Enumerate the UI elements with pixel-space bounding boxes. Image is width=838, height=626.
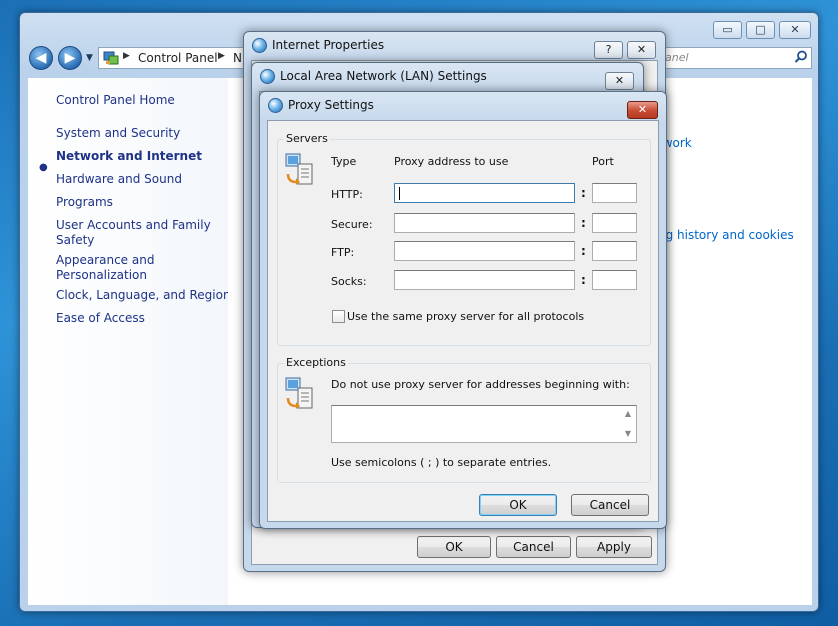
back-button[interactable]: ◀ (29, 46, 53, 70)
current-item-bullet: ● (39, 162, 48, 173)
exceptions-legend: Exceptions (284, 356, 348, 369)
ftp-address-input[interactable] (394, 241, 575, 261)
recent-pages-dropdown[interactable]: ▼ (86, 53, 93, 63)
exceptions-group: Exceptions Do not use proxy server for a… (277, 356, 651, 483)
socks-label: Socks: (331, 275, 367, 288)
left-navigation-pane: Control Panel Home System and Security ●… (28, 78, 231, 605)
dialog-title: Local Area Network (LAN) Settings (280, 69, 487, 83)
ok-button[interactable]: OK (417, 536, 491, 558)
proxy-settings-dialog: Proxy Settings ✕ Servers Type Proxy addr… (259, 91, 667, 529)
internet-globe-icon (252, 38, 267, 53)
nav-hardware-and-sound[interactable]: Hardware and Sound (56, 172, 182, 186)
secure-address-input[interactable] (394, 213, 575, 233)
type-column-header: Type (331, 155, 357, 168)
socks-port-input[interactable] (592, 270, 637, 290)
nav-control-panel-home[interactable]: Control Panel Home (56, 93, 175, 107)
scroll-down-arrow-icon[interactable]: ▼ (622, 429, 634, 438)
dialog-title: Internet Properties (272, 38, 385, 52)
breadcrumb-network[interactable]: N (233, 51, 242, 65)
address-bar[interactable]: ▶ Control Panel ▶ N (98, 47, 248, 69)
same-proxy-label[interactable]: Use the same proxy server for all protoc… (347, 310, 584, 323)
scroll-up-arrow-icon[interactable]: ▲ (622, 409, 634, 418)
ftp-port-input[interactable] (592, 241, 637, 261)
ok-button[interactable]: OK (479, 494, 557, 516)
help-button[interactable]: ? (594, 41, 623, 59)
search-icon[interactable] (794, 50, 808, 68)
servers-legend: Servers (284, 132, 330, 145)
nav-user-accounts[interactable]: User Accounts and Family Safety (56, 218, 216, 248)
close-button[interactable]: ✕ (605, 72, 634, 90)
socks-address-input[interactable] (394, 270, 575, 290)
proxy-server-icon (285, 377, 313, 409)
control-panel-icon (103, 51, 119, 65)
cancel-button[interactable]: Cancel (496, 536, 571, 558)
breadcrumb-control-panel[interactable]: Control Panel (138, 51, 218, 65)
minimize-button[interactable]: ▭ (713, 21, 742, 39)
breadcrumb-separator[interactable]: ▶ (218, 51, 225, 61)
breadcrumb-separator[interactable]: ▶ (123, 51, 130, 61)
nav-network-and-internet[interactable]: Network and Internet (56, 149, 202, 163)
http-port-input[interactable] (592, 183, 637, 203)
colon: : (581, 273, 586, 287)
text-caret (399, 187, 400, 200)
internet-globe-icon (260, 69, 275, 84)
dialog-title: Proxy Settings (288, 98, 374, 112)
same-proxy-checkbox[interactable] (332, 310, 345, 323)
colon: : (581, 186, 586, 200)
colon: : (581, 216, 586, 230)
close-button[interactable]: ✕ (627, 101, 658, 119)
nav-clock-language-region[interactable]: Clock, Language, and Region (56, 288, 231, 302)
servers-group: Servers Type Proxy address to use Port H… (277, 132, 651, 346)
browsing-history-link-partial[interactable]: ng history and cookies (658, 228, 794, 242)
exceptions-textarea[interactable]: ▲ ▼ (331, 405, 637, 443)
address-column-header: Proxy address to use (394, 155, 509, 168)
dialog-body: Servers Type Proxy address to use Port H… (267, 120, 659, 522)
secure-port-input[interactable] (592, 213, 637, 233)
close-button[interactable]: ✕ (779, 21, 811, 39)
http-address-input[interactable] (394, 183, 575, 203)
nav-programs[interactable]: Programs (56, 195, 113, 209)
apply-button[interactable]: Apply (576, 536, 652, 558)
nav-ease-of-access[interactable]: Ease of Access (56, 311, 145, 325)
forward-arrow-icon: ▶ (64, 50, 76, 66)
port-column-header: Port (592, 155, 614, 168)
nav-appearance[interactable]: Appearance and Personalization (56, 253, 216, 283)
nav-system-and-security[interactable]: System and Security (56, 126, 180, 140)
search-input[interactable]: anel (660, 47, 812, 69)
internet-globe-icon (268, 98, 283, 113)
http-label: HTTP: (331, 188, 363, 201)
exceptions-instruction: Do not use proxy server for addresses be… (331, 378, 630, 391)
exceptions-hint: Use semicolons ( ; ) to separate entries… (331, 456, 552, 469)
proxy-server-icon (285, 153, 313, 185)
search-placeholder: anel (665, 51, 689, 64)
ftp-label: FTP: (331, 246, 355, 259)
close-button[interactable]: ✕ (627, 41, 656, 59)
back-arrow-icon: ◀ (35, 50, 47, 66)
colon: : (581, 244, 586, 258)
cancel-button[interactable]: Cancel (571, 494, 649, 516)
secure-label: Secure: (331, 218, 373, 231)
maximize-button[interactable]: □ (746, 21, 775, 39)
forward-button[interactable]: ▶ (58, 46, 82, 70)
